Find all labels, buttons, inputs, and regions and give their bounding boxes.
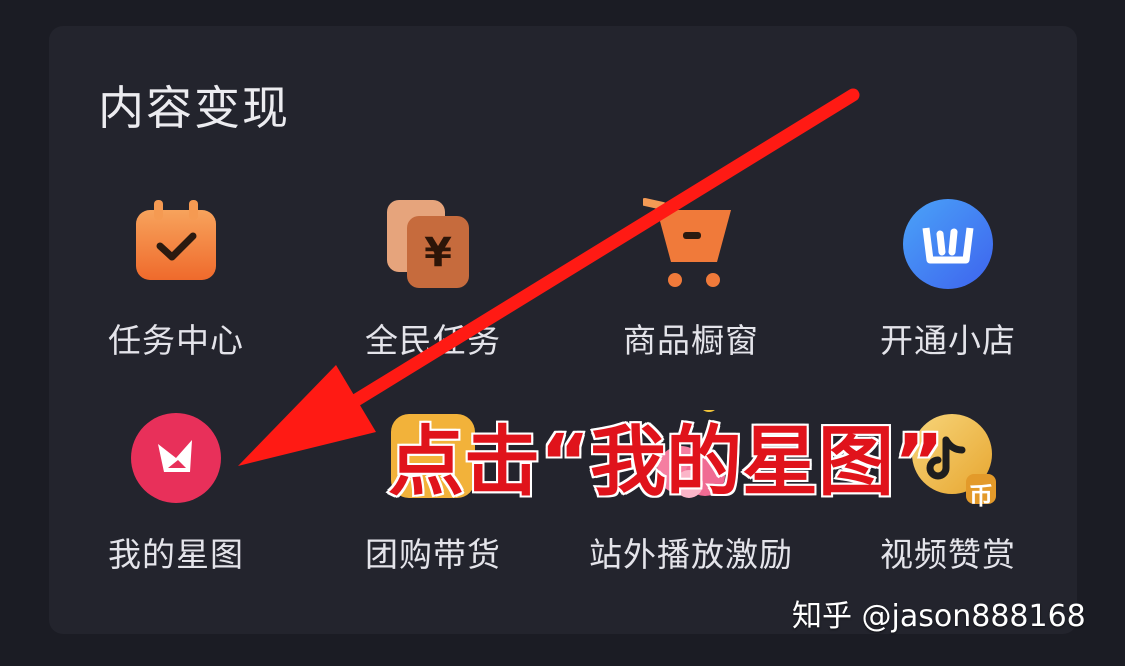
open-shop-label: 开通小店 — [880, 321, 1016, 360]
screen: 内容变现 任务中心 ¥ 全民任务 商品橱窗 开通小店 我的星图 团购带货 站外播… — [0, 0, 1125, 666]
group-buy-label: 团购带货 — [365, 535, 501, 574]
offsite-play-incentive-label: 站外播放激励 — [589, 535, 793, 574]
shopping-cart-icon — [641, 196, 739, 292]
xingtu-logo-icon — [128, 410, 224, 506]
svg-text:¥: ¥ — [424, 230, 452, 276]
my-xingtu-item[interactable]: 我的星图 — [56, 410, 296, 590]
product-showcase-label: 商品橱窗 — [623, 321, 759, 360]
yuan-cards-icon: ¥ — [385, 196, 481, 292]
calendar-check-icon — [128, 196, 224, 292]
all-people-task-label: 全民任务 — [365, 321, 501, 360]
task-center-label: 任务中心 — [108, 321, 244, 360]
offsite-play-icon — [643, 392, 739, 506]
group-buy-item[interactable]: 团购带货 — [313, 410, 553, 590]
product-showcase-item[interactable]: 商品橱窗 — [571, 196, 811, 376]
my-xingtu-label: 我的星图 — [108, 535, 244, 574]
section-title: 内容变现 — [98, 81, 290, 135]
video-reward-item[interactable]: 币 视频赞赏 — [828, 410, 1068, 590]
zhihu-watermark: 知乎 @jason888168 — [792, 599, 1086, 634]
coin-badge-text: 币 — [969, 482, 993, 510]
task-center-item[interactable]: 任务中心 — [56, 196, 296, 376]
offsite-play-incentive-item[interactable]: 站外播放激励 — [571, 392, 811, 590]
group-buy-icon — [385, 410, 481, 506]
video-reward-label: 视频赞赏 — [880, 535, 1016, 574]
video-reward-coin-icon: 币 — [900, 410, 996, 510]
open-shop-item[interactable]: 开通小店 — [828, 196, 1068, 376]
all-people-task-item[interactable]: ¥ 全民任务 — [313, 196, 553, 376]
shop-logo-icon — [900, 196, 996, 292]
